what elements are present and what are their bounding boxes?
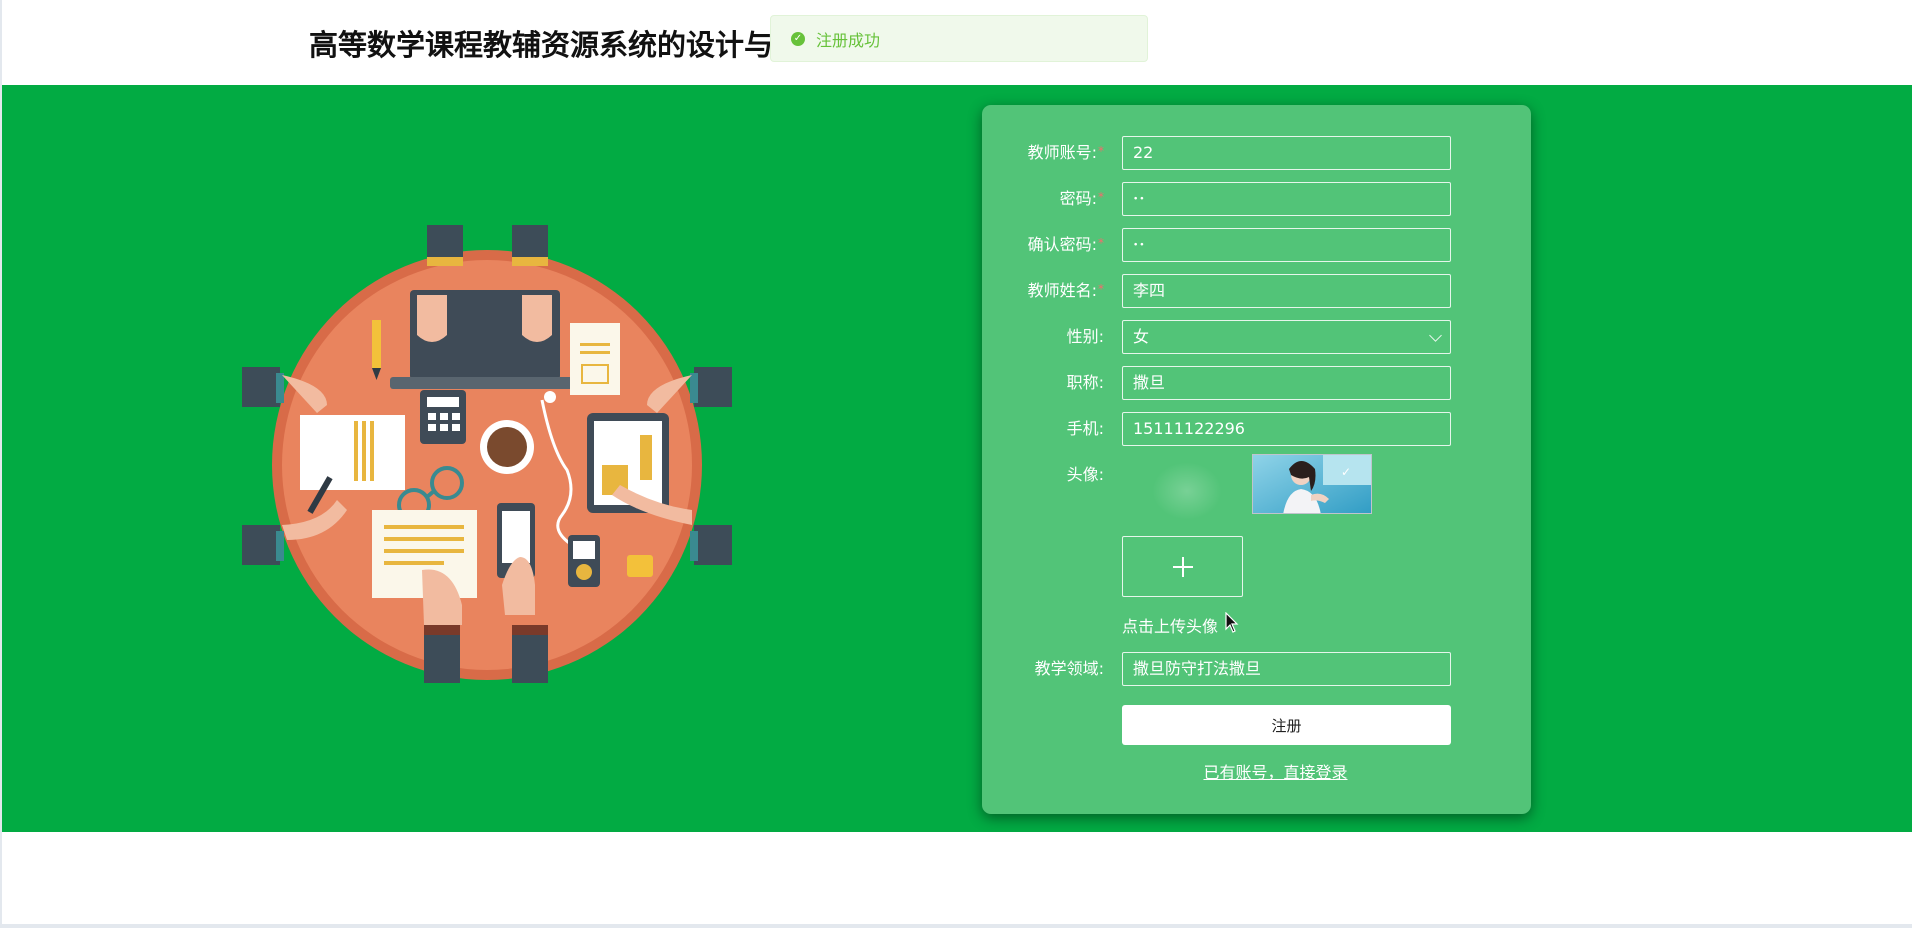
required-mark: * bbox=[1098, 282, 1104, 296]
job-title-input[interactable]: 撒旦 bbox=[1122, 366, 1451, 400]
gender-label: 性别: bbox=[1066, 327, 1104, 346]
check-icon: ✓ bbox=[1340, 465, 1351, 479]
name-row: 教师姓名:* 李四 bbox=[982, 274, 1531, 308]
teaching-field-label: 教学领域: bbox=[1034, 659, 1104, 678]
phone-label: 手机: bbox=[1066, 419, 1104, 438]
job-title-label: 职称: bbox=[1066, 373, 1104, 392]
check-circle-icon: ✓ bbox=[791, 31, 805, 46]
avatar-upload-button[interactable] bbox=[1122, 536, 1243, 597]
password-row: 密码:* •• bbox=[982, 182, 1531, 216]
confirm-password-mask: •• bbox=[1133, 240, 1146, 251]
password-input[interactable]: •• bbox=[1122, 182, 1451, 216]
chevron-down-icon bbox=[1429, 329, 1442, 342]
confirm-password-row: 确认密码:* •• bbox=[982, 228, 1531, 262]
required-mark: * bbox=[1098, 236, 1104, 250]
success-toast: ✓ 注册成功 bbox=[770, 15, 1148, 62]
avatar-placeholder bbox=[1152, 462, 1222, 520]
required-mark: * bbox=[1098, 190, 1104, 204]
hero-banner: 教师账号:* 22 密码:* •• 确认密码:* •• 教师姓名:* 李四 性别… bbox=[2, 85, 1912, 832]
gender-value: 女 bbox=[1133, 327, 1150, 346]
avatar-label: 头像: bbox=[1066, 465, 1104, 484]
account-label: 教师账号: bbox=[1027, 143, 1097, 162]
phone-row: 手机: 15111122296 bbox=[982, 412, 1531, 446]
phone-input[interactable]: 15111122296 bbox=[1122, 412, 1451, 446]
required-mark: * bbox=[1098, 144, 1104, 158]
teaching-field-row: 教学领域: 撒旦防守打法撒旦 bbox=[982, 652, 1531, 686]
header: 高等数学课程教辅资源系统的设计与实现 ✓ 注册成功 bbox=[2, 0, 1912, 85]
login-link[interactable]: 已有账号，直接登录 bbox=[1122, 759, 1429, 783]
avatar-preview[interactable]: ✓ bbox=[1252, 454, 1372, 514]
teaching-field-input[interactable]: 撒旦防守打法撒旦 bbox=[1122, 652, 1451, 686]
job-title-row: 职称: 撒旦 bbox=[982, 366, 1531, 400]
register-form: 教师账号:* 22 密码:* •• 确认密码:* •• 教师姓名:* 李四 性别… bbox=[982, 105, 1531, 814]
password-label: 密码: bbox=[1059, 189, 1097, 208]
confirm-password-input[interactable]: •• bbox=[1122, 228, 1451, 262]
gender-select[interactable]: 女 bbox=[1122, 320, 1451, 354]
teacher-name-input[interactable]: 李四 bbox=[1122, 274, 1451, 308]
register-button[interactable]: 注册 bbox=[1122, 705, 1451, 745]
password-mask: •• bbox=[1133, 194, 1146, 205]
avatar-image bbox=[1253, 455, 1371, 513]
site-title: 高等数学课程教辅资源系统的设计与实现 bbox=[309, 28, 832, 62]
mouse-cursor-icon bbox=[1225, 612, 1239, 633]
page: 高等数学课程教辅资源系统的设计与实现 ✓ 注册成功 教师账号:* 22 密码:*… bbox=[2, 0, 1912, 924]
teacher-name-label: 教师姓名: bbox=[1027, 281, 1097, 300]
account-input[interactable]: 22 bbox=[1122, 136, 1451, 170]
confirm-password-label: 确认密码: bbox=[1027, 235, 1097, 254]
upload-hint: 点击上传头像 bbox=[1122, 617, 1219, 636]
gender-row: 性别: 女 bbox=[982, 320, 1531, 354]
account-row: 教师账号:* 22 bbox=[982, 136, 1531, 170]
meeting-table-illustration bbox=[242, 225, 732, 683]
toast-message: 注册成功 bbox=[816, 30, 881, 50]
